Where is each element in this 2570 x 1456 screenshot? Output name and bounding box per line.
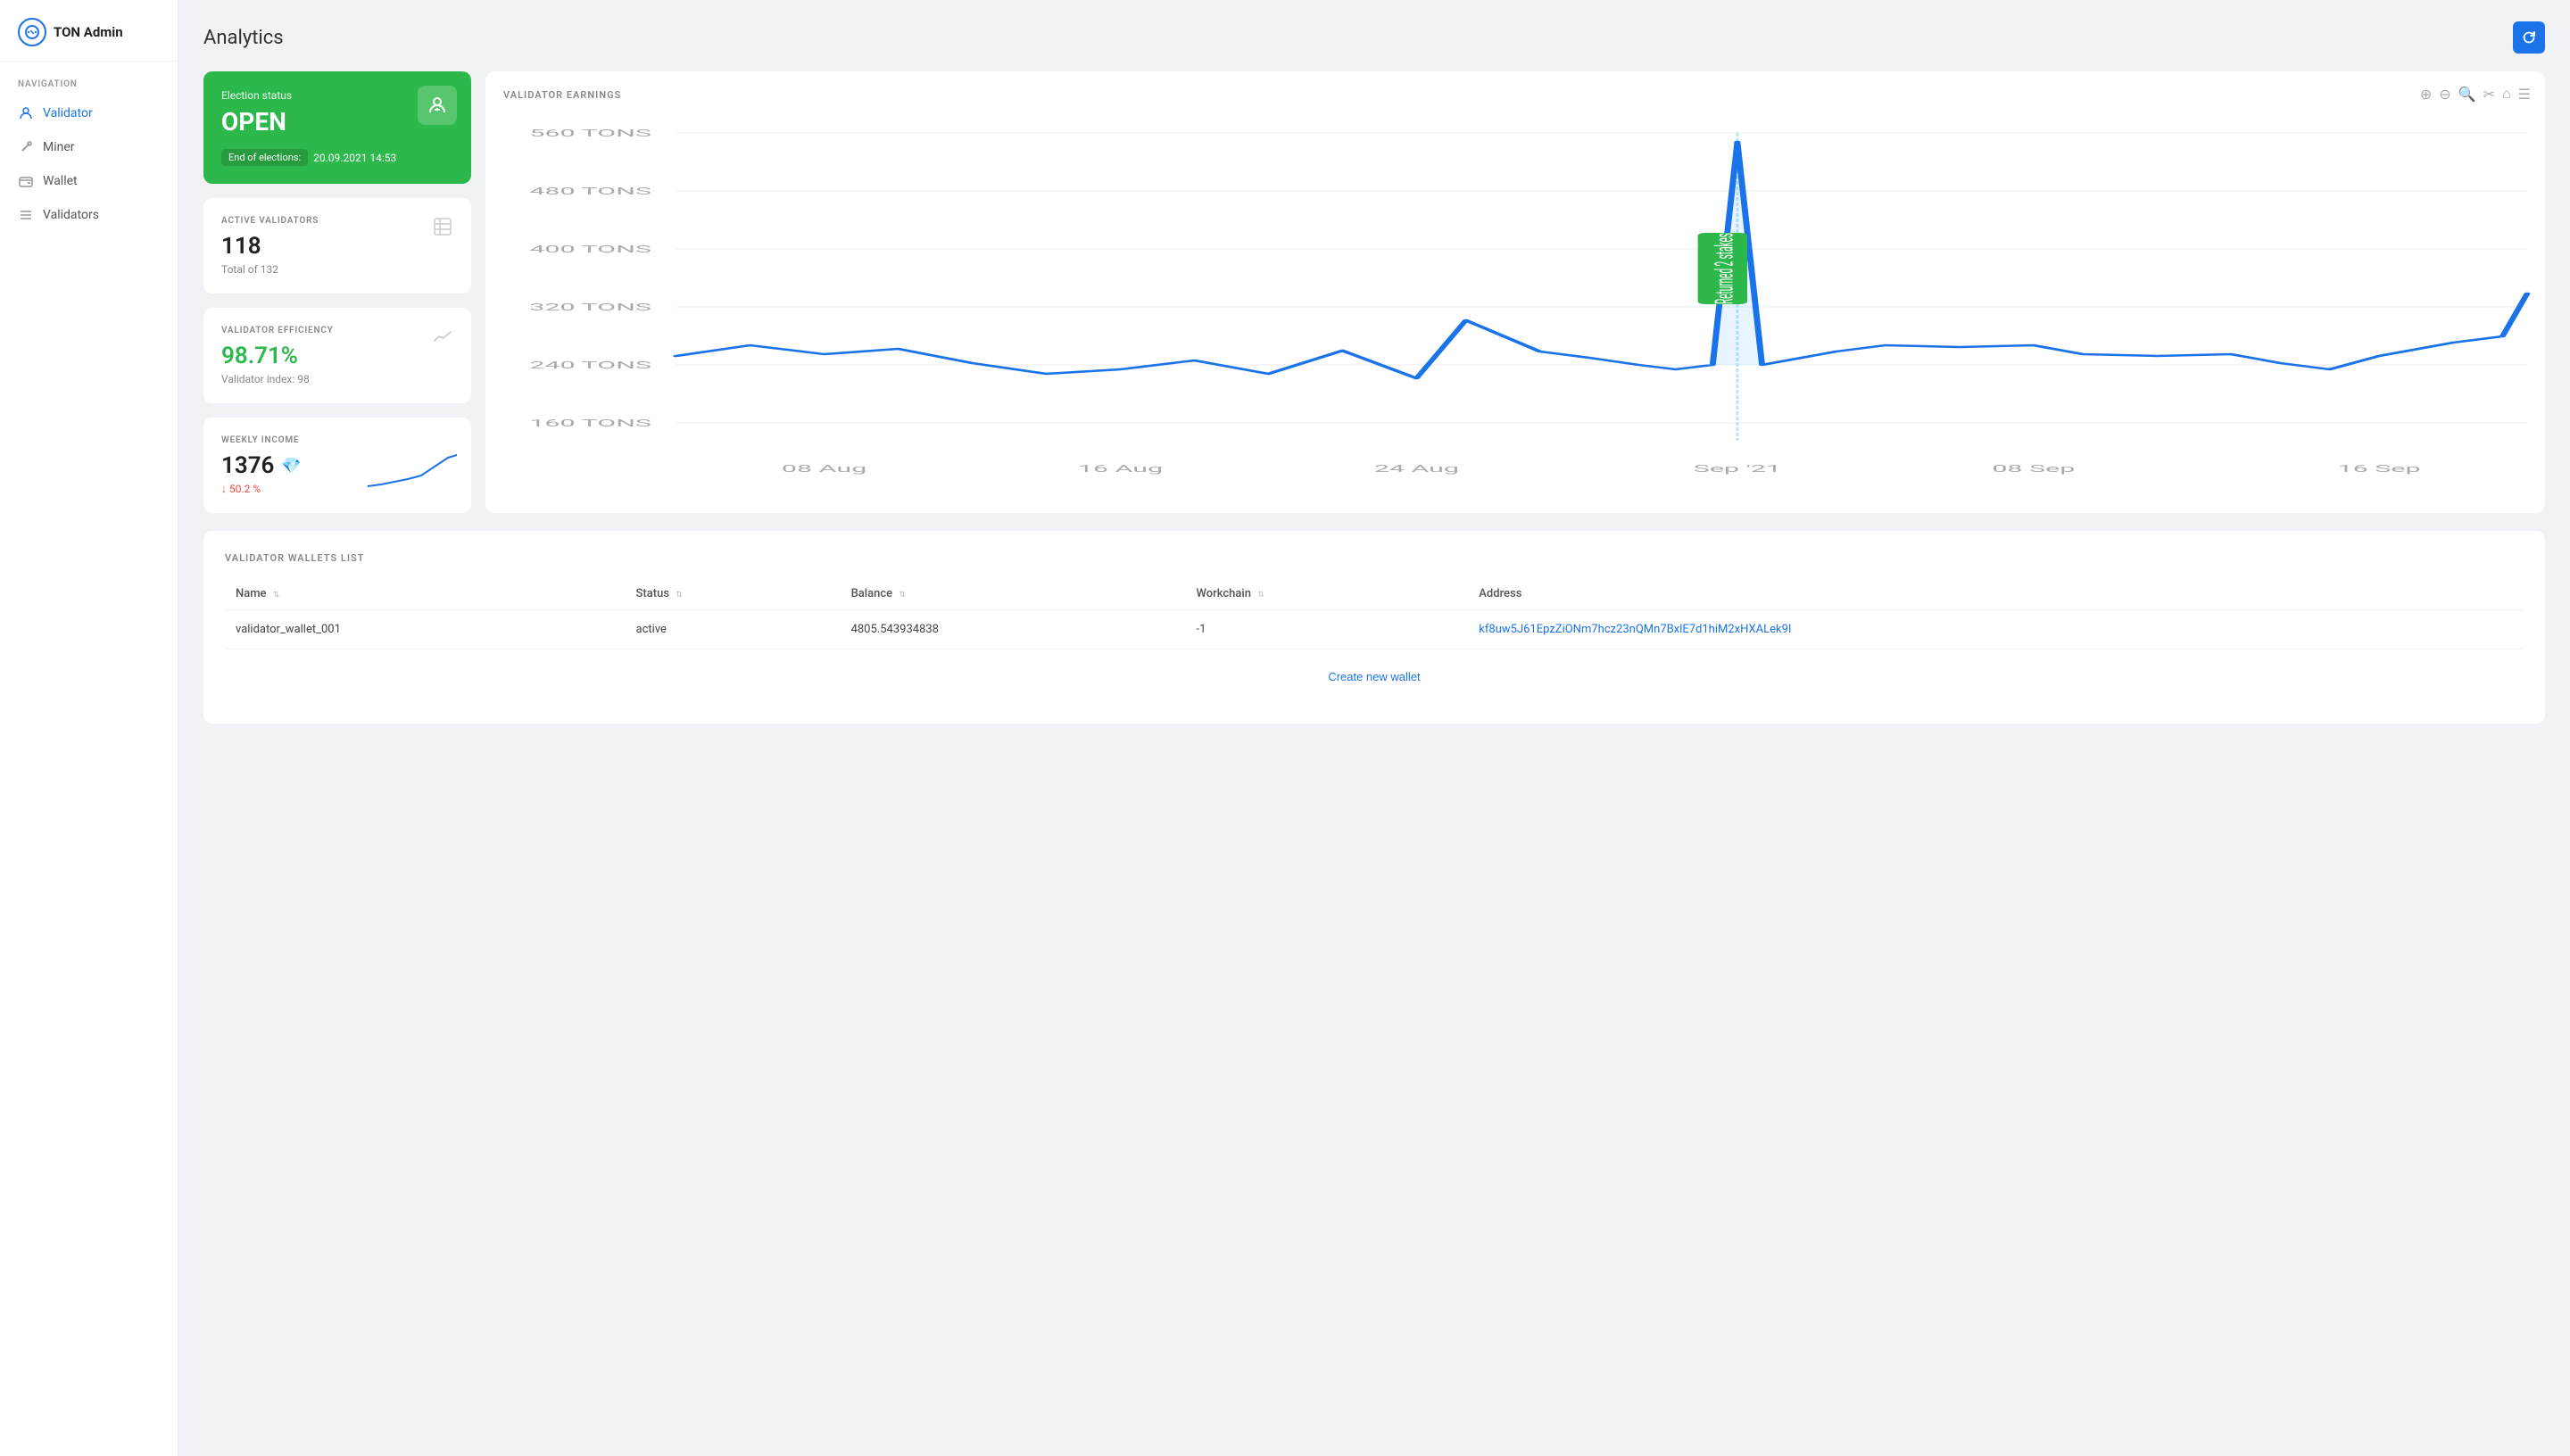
miner-icon xyxy=(18,139,34,155)
chart-controls: ⊕ ⊖ 🔍 ✂ ⌂ ☰ xyxy=(2420,86,2531,103)
wallet-name: validator_wallet_001 xyxy=(225,610,626,649)
earnings-chart: 560 TONS 480 TONS 400 TONS 320 TONS 240 … xyxy=(503,115,2527,490)
svg-text:08 Aug: 08 Aug xyxy=(782,463,866,475)
wallet-address[interactable]: kf8uw5J61EpzZiONm7hcz23nQMn7BxlE7d1hiM2x… xyxy=(1468,610,2524,649)
menu-button[interactable]: ☰ xyxy=(2518,86,2531,103)
active-validators-sub: Total of 132 xyxy=(221,263,453,276)
efficiency-label: VALIDATOR EFFICIENCY xyxy=(221,326,453,335)
chart-title: VALIDATOR EARNINGS xyxy=(503,89,2527,101)
wallet-icon xyxy=(18,173,34,189)
wallet-status: active xyxy=(626,610,841,649)
svg-text:Returned 2 stakes: Returned 2 stakes xyxy=(1711,233,1739,304)
election-end-label: End of elections: xyxy=(221,149,308,166)
page-title: Analytics xyxy=(203,27,284,49)
svg-text:240 TONS: 240 TONS xyxy=(529,360,651,371)
svg-text:24 Aug: 24 Aug xyxy=(1374,463,1459,475)
col-workchain[interactable]: Workchain ⇅ xyxy=(1186,578,1469,610)
col-balance[interactable]: Balance ⇅ xyxy=(841,578,1186,610)
app-name: TON Admin xyxy=(54,24,123,40)
top-row: Election status OPEN End of elections: 2… xyxy=(203,71,2545,513)
left-cards: Election status OPEN End of elections: 2… xyxy=(203,71,471,513)
sidebar-item-wallet-label: Wallet xyxy=(43,174,78,188)
svg-text:400 TONS: 400 TONS xyxy=(529,244,651,255)
zoom-out-button[interactable]: ⊖ xyxy=(2439,86,2450,103)
sort-icon-workchain: ⇅ xyxy=(1257,591,1264,600)
sidebar-item-validator[interactable]: Validator xyxy=(0,96,178,130)
refresh-button[interactable] xyxy=(2513,21,2545,54)
svg-text:08 Sep: 08 Sep xyxy=(1992,463,2075,475)
table-section: VALIDATOR WALLETS LIST Name ⇅ Status ⇅ B… xyxy=(203,531,2545,724)
svg-text:160 TONS: 160 TONS xyxy=(529,418,651,429)
efficiency-icon xyxy=(432,326,453,352)
diamond-icon: 💎 xyxy=(281,457,301,476)
efficiency-card: VALIDATOR EFFICIENCY 98.71% Validator in… xyxy=(203,308,471,403)
nav-label: NAVIGATION xyxy=(0,62,178,96)
wallet-workchain: -1 xyxy=(1186,610,1469,649)
sort-icon-balance: ⇅ xyxy=(899,591,906,600)
election-card: Election status OPEN End of elections: 2… xyxy=(203,71,471,184)
search-chart-button[interactable]: 🔍 xyxy=(2458,86,2476,103)
svg-text:320 TONS: 320 TONS xyxy=(529,302,651,313)
sidebar-item-miner[interactable]: Miner xyxy=(0,130,178,164)
income-sparkline xyxy=(368,451,457,495)
app-logo: TON Admin xyxy=(0,0,178,62)
sidebar-item-miner-label: Miner xyxy=(43,140,75,154)
active-validators-value: 118 xyxy=(221,233,453,260)
svg-text:16 Sep: 16 Sep xyxy=(2338,463,2421,475)
sort-icon-status: ⇅ xyxy=(676,591,683,600)
svg-text:Sep '21: Sep '21 xyxy=(1694,463,1781,475)
election-icon xyxy=(418,86,457,125)
efficiency-value: 98.71% xyxy=(221,343,453,369)
sidebar: TON Admin NAVIGATION Validator Miner xyxy=(0,0,178,1456)
svg-text:560 TONS: 560 TONS xyxy=(529,128,651,139)
svg-text:480 TONS: 480 TONS xyxy=(529,186,651,197)
election-end-time: 20.09.2021 14:53 xyxy=(313,152,396,164)
col-name[interactable]: Name ⇅ xyxy=(225,578,626,610)
col-address: Address xyxy=(1468,578,2524,610)
create-wallet-row: Create new wallet xyxy=(225,649,2524,702)
page-header: Analytics xyxy=(203,21,2545,54)
active-validators-card: ACTIVE VALIDATORS 118 Total of 132 xyxy=(203,198,471,294)
main-content: Analytics Election status OPEN End of el… xyxy=(178,0,2570,1456)
home-button[interactable]: ⌂ xyxy=(2502,87,2511,103)
zoom-in-button[interactable]: ⊕ xyxy=(2420,86,2432,103)
sidebar-item-validators-label: Validators xyxy=(43,208,99,222)
weekly-income-label: Weekly income xyxy=(221,435,453,445)
validator-icon xyxy=(18,105,34,121)
sidebar-item-wallet[interactable]: Wallet xyxy=(0,164,178,198)
validator-wallets-table: Name ⇅ Status ⇅ Balance ⇅ Workchain ⇅ Ad… xyxy=(225,578,2524,649)
col-status[interactable]: Status ⇅ xyxy=(626,578,841,610)
election-end: End of elections: 20.09.2021 14:53 xyxy=(221,149,453,166)
create-wallet-button[interactable]: Create new wallet xyxy=(1328,670,1420,683)
table-row: validator_wallet_001 active 4805.5439348… xyxy=(225,610,2524,649)
validators-stat-icon xyxy=(432,216,453,243)
weekly-income-card: Weekly income 1376 💎 ↓ 50.2 % xyxy=(203,418,471,513)
validators-icon xyxy=(18,207,34,223)
sidebar-item-validator-label: Validator xyxy=(43,106,93,120)
cut-button[interactable]: ✂ xyxy=(2483,86,2495,103)
sort-icon-name: ⇅ xyxy=(273,591,280,600)
active-validators-label: ACTIVE VALIDATORS xyxy=(221,216,453,226)
table-header-row: Name ⇅ Status ⇅ Balance ⇅ Workchain ⇅ Ad… xyxy=(225,578,2524,610)
sidebar-item-validators[interactable]: Validators xyxy=(0,198,178,232)
svg-text:16 Aug: 16 Aug xyxy=(1078,463,1163,475)
wallet-balance: 4805.543934838 xyxy=(841,610,1186,649)
income-value: 1376 xyxy=(221,452,274,479)
chart-card: VALIDATOR EARNINGS ⊕ ⊖ 🔍 ✂ ⌂ ☰ 56 xyxy=(485,71,2545,513)
efficiency-sub: Validator index: 98 xyxy=(221,373,453,385)
table-title: VALIDATOR WALLETS LIST xyxy=(225,552,2524,564)
logo-icon xyxy=(18,18,46,46)
